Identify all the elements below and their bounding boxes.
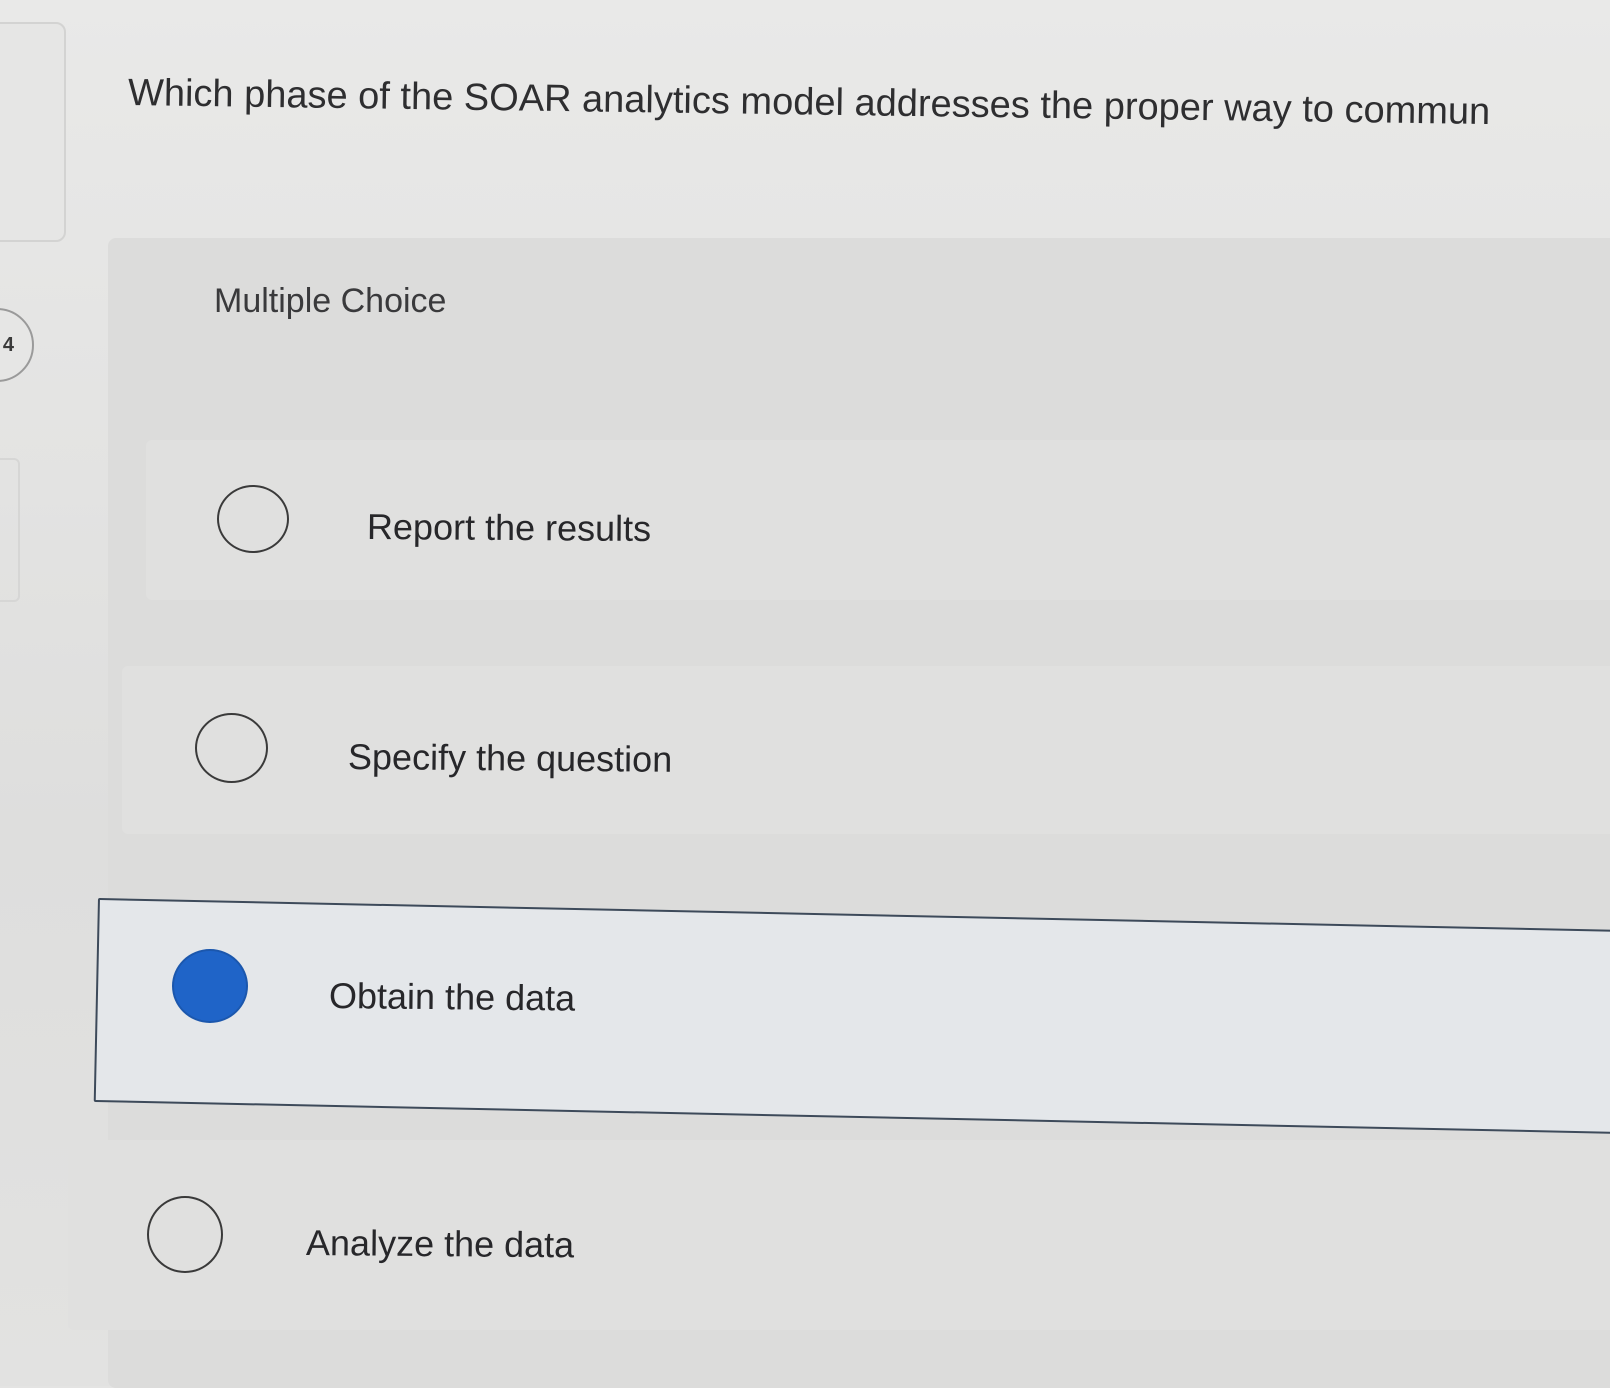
option-label: Report the results — [366, 506, 652, 549]
option-analyze-the-data[interactable] — [68, 1140, 1610, 1330]
question-type-label: Multiple Choice — [214, 282, 447, 320]
option-label: Obtain the data — [328, 975, 576, 1019]
radio-button-checked[interactable] — [172, 949, 248, 1023]
question-number-text: 4 — [2, 334, 14, 356]
option-label: Specify the question — [347, 736, 673, 780]
previous-card-edge — [0, 22, 66, 242]
radio-button[interactable] — [147, 1196, 223, 1273]
option-specify-the-question[interactable] — [122, 666, 1610, 834]
side-panel-edge — [0, 458, 20, 602]
option-label: Analyze the data — [305, 1222, 575, 1266]
radio-button[interactable] — [217, 485, 289, 553]
option-report-the-results[interactable] — [146, 440, 1610, 600]
radio-button[interactable] — [195, 713, 268, 783]
option-obtain-the-data[interactable] — [93, 898, 1610, 1134]
